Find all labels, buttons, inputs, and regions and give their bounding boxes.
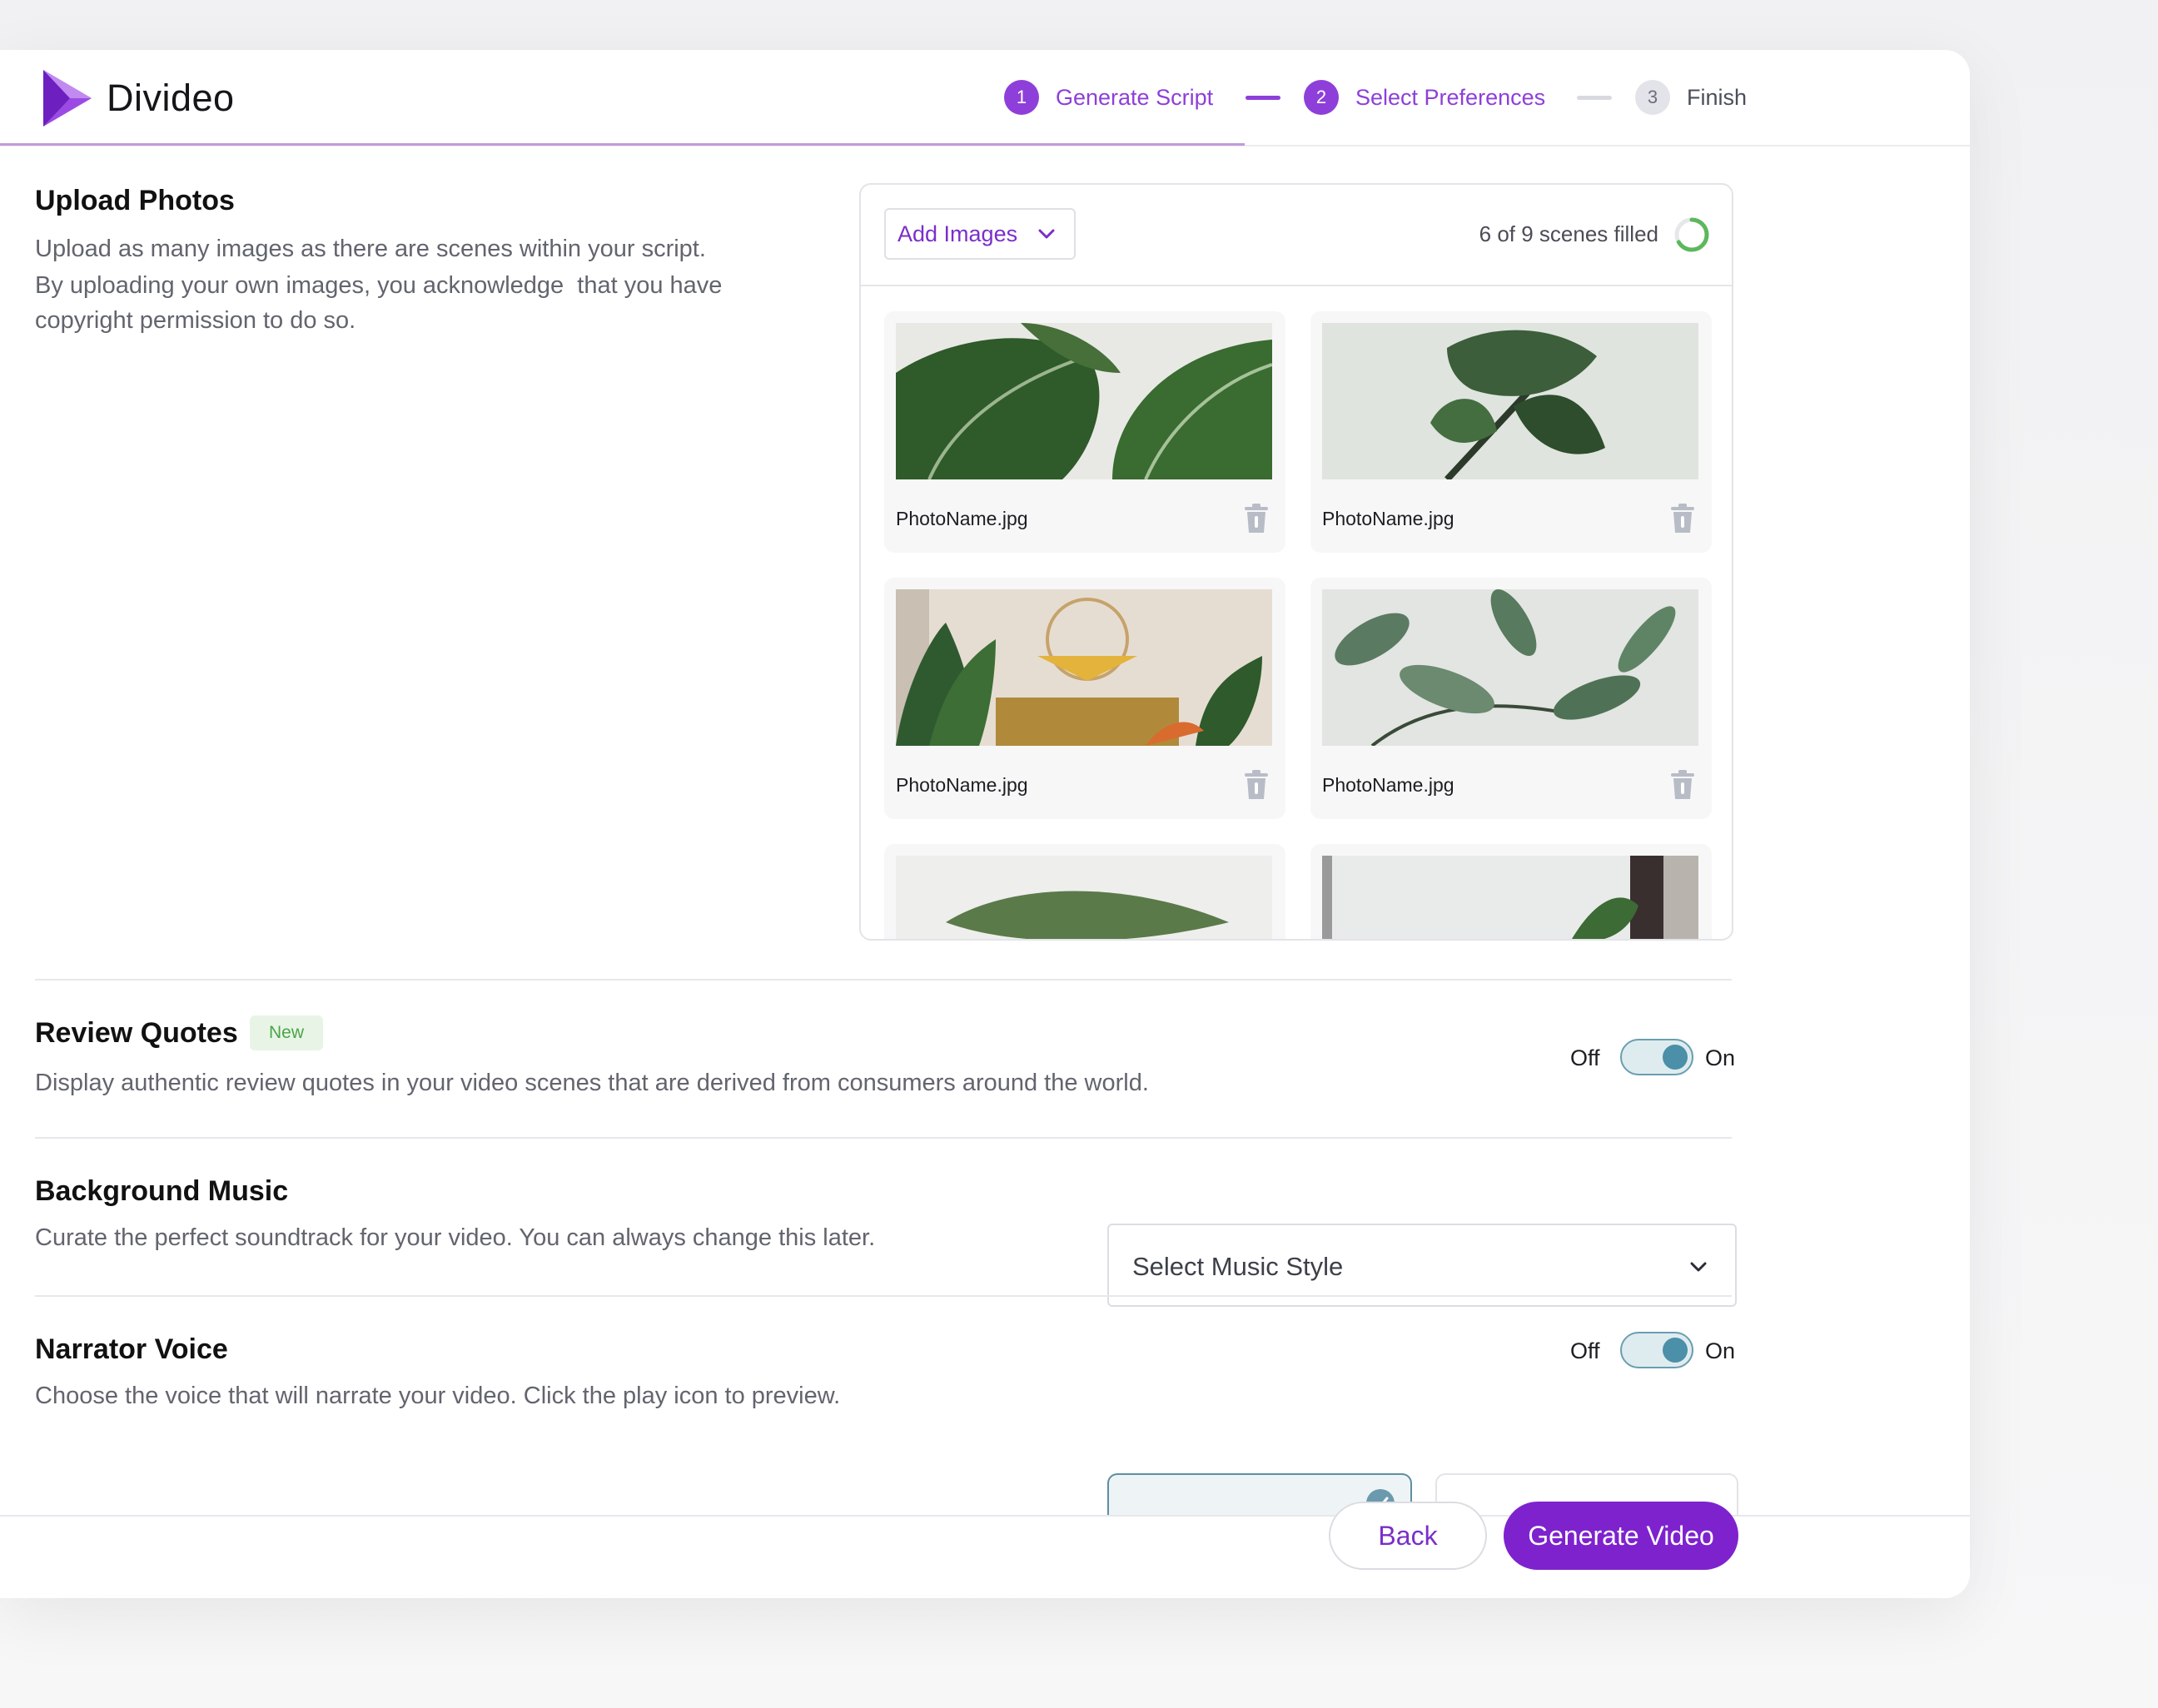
photo-filename: PhotoName.jpg [896,508,1028,529]
step-connector [1246,96,1280,100]
app-name: Divideo [107,77,235,119]
generate-video-button[interactable]: Generate Video [1504,1502,1738,1570]
trash-icon[interactable] [1242,769,1270,801]
chevron-down-icon [1690,1262,1707,1272]
upload-title: Upload Photos [35,185,235,216]
review-quotes-title: Review Quotes [35,1017,238,1049]
photo-tile[interactable]: PhotoName.jpg [1310,578,1712,819]
photo-tile[interactable]: PhotoName.jpg [1310,311,1712,553]
trash-icon[interactable] [1668,503,1697,534]
trash-icon[interactable] [1668,769,1697,801]
toggle-on-label: On [1705,1045,1736,1070]
trash-icon[interactable] [1242,503,1270,534]
header: Divideo 1 Generate Script 2 Select Prefe… [0,50,1970,146]
section-divider [35,1137,1732,1139]
step-number: 3 [1635,80,1670,115]
photo-panel-toolbar: Add Images 6 of 9 scenes filled [861,185,1732,286]
photo-tile[interactable]: PhotoName.jpg [884,578,1285,819]
upload-desc-1: Upload as many images as there are scene… [35,236,706,262]
photo-thumbnail [896,323,1272,479]
photo-filename: PhotoName.jpg [896,774,1028,796]
progress-ring-icon [1674,217,1709,252]
photo-tile[interactable] [884,844,1285,939]
photo-thumbnail [1322,856,1698,939]
photo-panel: Add Images 6 of 9 scenes filled PhotoNam… [859,183,1733,941]
toggle-off-label: Off [1570,1338,1600,1363]
section-divider [35,1295,1732,1297]
add-images-button[interactable]: Add Images [884,208,1076,260]
chevron-down-icon [1038,229,1055,239]
step-select-preferences[interactable]: 2 Select Preferences [1304,80,1545,115]
step-finish[interactable]: 3 Finish [1635,80,1747,115]
background-music-title: Background Music [35,1175,289,1207]
step-number: 1 [1004,80,1039,115]
step-label: Select Preferences [1355,84,1546,110]
progress-line [0,143,1245,146]
toggle-on-label: On [1705,1338,1736,1363]
background-music-desc: Curate the perfect soundtrack for your v… [35,1224,876,1251]
music-style-select[interactable]: Select Music Style [1107,1224,1737,1307]
scenes-count: 6 of 9 scenes filled [1479,221,1658,246]
photo-filename: PhotoName.jpg [1322,508,1454,529]
step-connector [1577,96,1612,100]
section-divider [35,979,1732,981]
step-label: Finish [1687,84,1748,110]
review-quotes-desc: Display authentic review quotes in your … [35,1070,1149,1096]
upload-desc-2: By uploading your own images, you acknow… [35,272,723,299]
photo-thumbnail [896,589,1272,746]
photo-filename: PhotoName.jpg [1322,774,1454,796]
toggle-knob [1663,1045,1688,1070]
toggle-off-label: Off [1570,1045,1600,1070]
step-label: Generate Script [1056,84,1214,110]
photo-tile[interactable] [1310,844,1712,939]
narrator-voice-toggle[interactable] [1620,1332,1693,1368]
photo-thumbnail [896,856,1272,939]
narrator-voice-title: Narrator Voice [35,1333,228,1365]
upload-desc-3: copyright permission to do so. [35,307,356,334]
add-images-label: Add Images [898,221,1018,246]
photo-thumbnail [1322,323,1698,479]
new-badge: New [250,1015,323,1050]
divideo-logo-icon [43,70,92,127]
photo-thumbnail [1322,589,1698,746]
narrator-voice-desc: Choose the voice that will narrate your … [35,1383,841,1409]
music-style-value: Select Music Style [1132,1252,1344,1281]
toggle-knob [1663,1338,1688,1363]
review-quotes-toggle[interactable] [1620,1039,1693,1075]
photo-tile[interactable]: PhotoName.jpg [884,311,1285,553]
step-number: 2 [1304,80,1339,115]
back-button[interactable]: Back [1329,1502,1487,1570]
step-generate-script[interactable]: 1 Generate Script [1004,80,1213,115]
main-card: Divideo 1 Generate Script 2 Select Prefe… [0,50,1970,1598]
